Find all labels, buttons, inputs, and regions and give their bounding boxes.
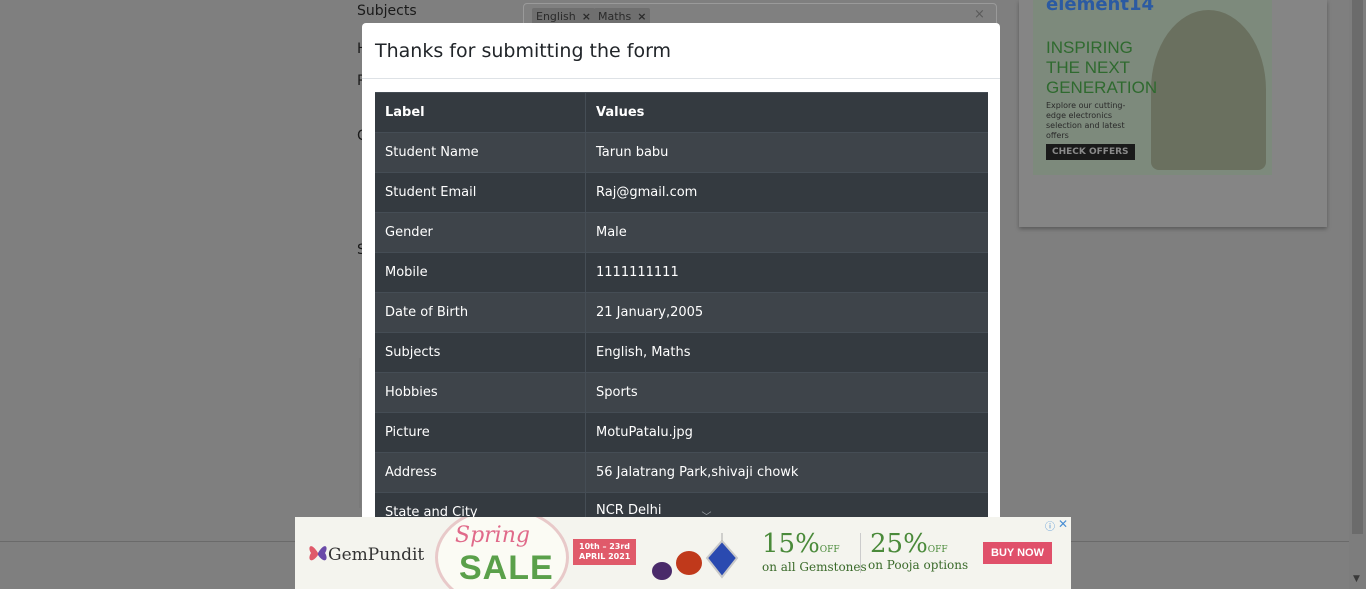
page-scrollbar[interactable]: ▼ bbox=[1349, 0, 1366, 589]
chip-label: English bbox=[536, 10, 576, 23]
offer2: 25%OFF bbox=[870, 529, 948, 559]
row-value: 21 January,2005 bbox=[585, 292, 988, 333]
row-label: Gender bbox=[375, 212, 586, 253]
panel-border bbox=[359, 358, 361, 508]
tagline-line: GENERATION bbox=[1046, 78, 1158, 97]
spring-text: Spring bbox=[455, 523, 530, 548]
offer2-percent: 25% bbox=[870, 529, 928, 559]
modal-title: Thanks for submitting the form bbox=[375, 40, 672, 62]
submission-table: Label Values Student Name Tarun babu Stu… bbox=[375, 92, 988, 532]
adchoices-icon[interactable]: ⓘ bbox=[1045, 518, 1055, 533]
row-value: 1111111111 bbox=[585, 252, 988, 293]
chip-label: Maths bbox=[598, 10, 632, 23]
offer-divider bbox=[860, 533, 861, 573]
row-label: Mobile bbox=[375, 252, 586, 293]
row-value: Sports bbox=[585, 372, 988, 413]
offer2-off: OFF bbox=[927, 545, 948, 555]
chip-remove-icon[interactable]: × bbox=[637, 10, 646, 23]
scroll-down-icon[interactable]: ▼ bbox=[1353, 574, 1360, 584]
row-label: Student Email bbox=[375, 172, 586, 213]
tagline-line: INSPIRING bbox=[1046, 38, 1133, 57]
submission-modal: Thanks for submitting the form Label Val… bbox=[362, 23, 1000, 543]
butterfly-logo-icon bbox=[309, 546, 327, 561]
row-label: Picture bbox=[375, 412, 586, 453]
gempundit-banner-ad[interactable]: GemPundit Spring SALE 10th – 23rd APRIL … bbox=[295, 517, 1071, 589]
gempundit-brand: GemPundit bbox=[328, 545, 425, 565]
tagline-line: THE NEXT bbox=[1046, 58, 1131, 77]
scrollbar-thumb[interactable] bbox=[1352, 0, 1363, 534]
table-row: Subjects English, Maths bbox=[375, 332, 988, 373]
header-label: Label bbox=[375, 92, 586, 133]
date-line: 10th – 23rd bbox=[579, 542, 631, 551]
row-value-text: NCR Delhi bbox=[596, 502, 662, 518]
row-value: Tarun babu bbox=[585, 132, 988, 173]
row-value: MotuPatalu.jpg bbox=[585, 412, 988, 453]
row-value: Male bbox=[585, 212, 988, 253]
row-label: Hobbies bbox=[375, 372, 586, 413]
ad-description: Explore our cutting-edge electronics sel… bbox=[1046, 101, 1126, 140]
chip-remove-icon[interactable]: × bbox=[582, 10, 591, 23]
table-row: Address 56 Jalatrang Park,shivaji chowk bbox=[375, 452, 988, 493]
table-row: Date of Birth 21 January,2005 bbox=[375, 292, 988, 333]
ad-photo bbox=[1151, 10, 1266, 170]
gemstones-image bbox=[652, 533, 739, 580]
row-label: Student Name bbox=[375, 132, 586, 173]
sale-dates-badge: 10th – 23rd APRIL 2021 bbox=[573, 539, 637, 565]
table-row: Hobbies Sports bbox=[375, 372, 988, 413]
table-row: Gender Male bbox=[375, 212, 988, 253]
table-row: Mobile 1111111111 bbox=[375, 252, 988, 293]
row-value: Raj@gmail.com bbox=[585, 172, 988, 213]
offer2-subtext: on Pooja options bbox=[868, 558, 969, 572]
table-row: Picture MotuPatalu.jpg bbox=[375, 412, 988, 453]
table-row: Student Email Raj@gmail.com bbox=[375, 172, 988, 213]
ad-tagline: INSPIRING THE NEXT GENERATION bbox=[1046, 38, 1157, 98]
modal-header: Thanks for submitting the form bbox=[362, 23, 1000, 79]
row-label: Subjects bbox=[375, 332, 586, 373]
row-value: English, Maths bbox=[585, 332, 988, 373]
row-label: Address bbox=[375, 452, 586, 493]
ad-close-icon[interactable]: ✕ bbox=[1058, 517, 1068, 531]
header-values: Values bbox=[585, 92, 988, 133]
offer1-percent: 15% bbox=[762, 529, 820, 559]
row-label: Date of Birth bbox=[375, 292, 586, 333]
clear-icon[interactable]: × bbox=[974, 7, 985, 22]
element14-logo: element14 bbox=[1046, 0, 1155, 15]
table-header-row: Label Values bbox=[375, 92, 988, 133]
row-value: 56 Jalatrang Park,shivaji chowk bbox=[585, 452, 988, 493]
date-line: APRIL 2021 bbox=[579, 552, 631, 561]
sale-text: SALE bbox=[459, 549, 554, 587]
check-offers-button[interactable]: CHECK OFFERS bbox=[1046, 144, 1135, 160]
offer1: 15%OFF bbox=[762, 529, 840, 559]
element14-ad[interactable]: element14 INSPIRING THE NEXT GENERATION … bbox=[1033, 0, 1272, 175]
offer1-off: OFF bbox=[819, 545, 840, 555]
buy-now-button[interactable]: BUY NOW bbox=[983, 542, 1052, 564]
table-row: Student Name Tarun babu bbox=[375, 132, 988, 173]
offer1-subtext: on all Gemstones bbox=[762, 560, 867, 574]
subjects-label: Subjects bbox=[357, 3, 417, 19]
